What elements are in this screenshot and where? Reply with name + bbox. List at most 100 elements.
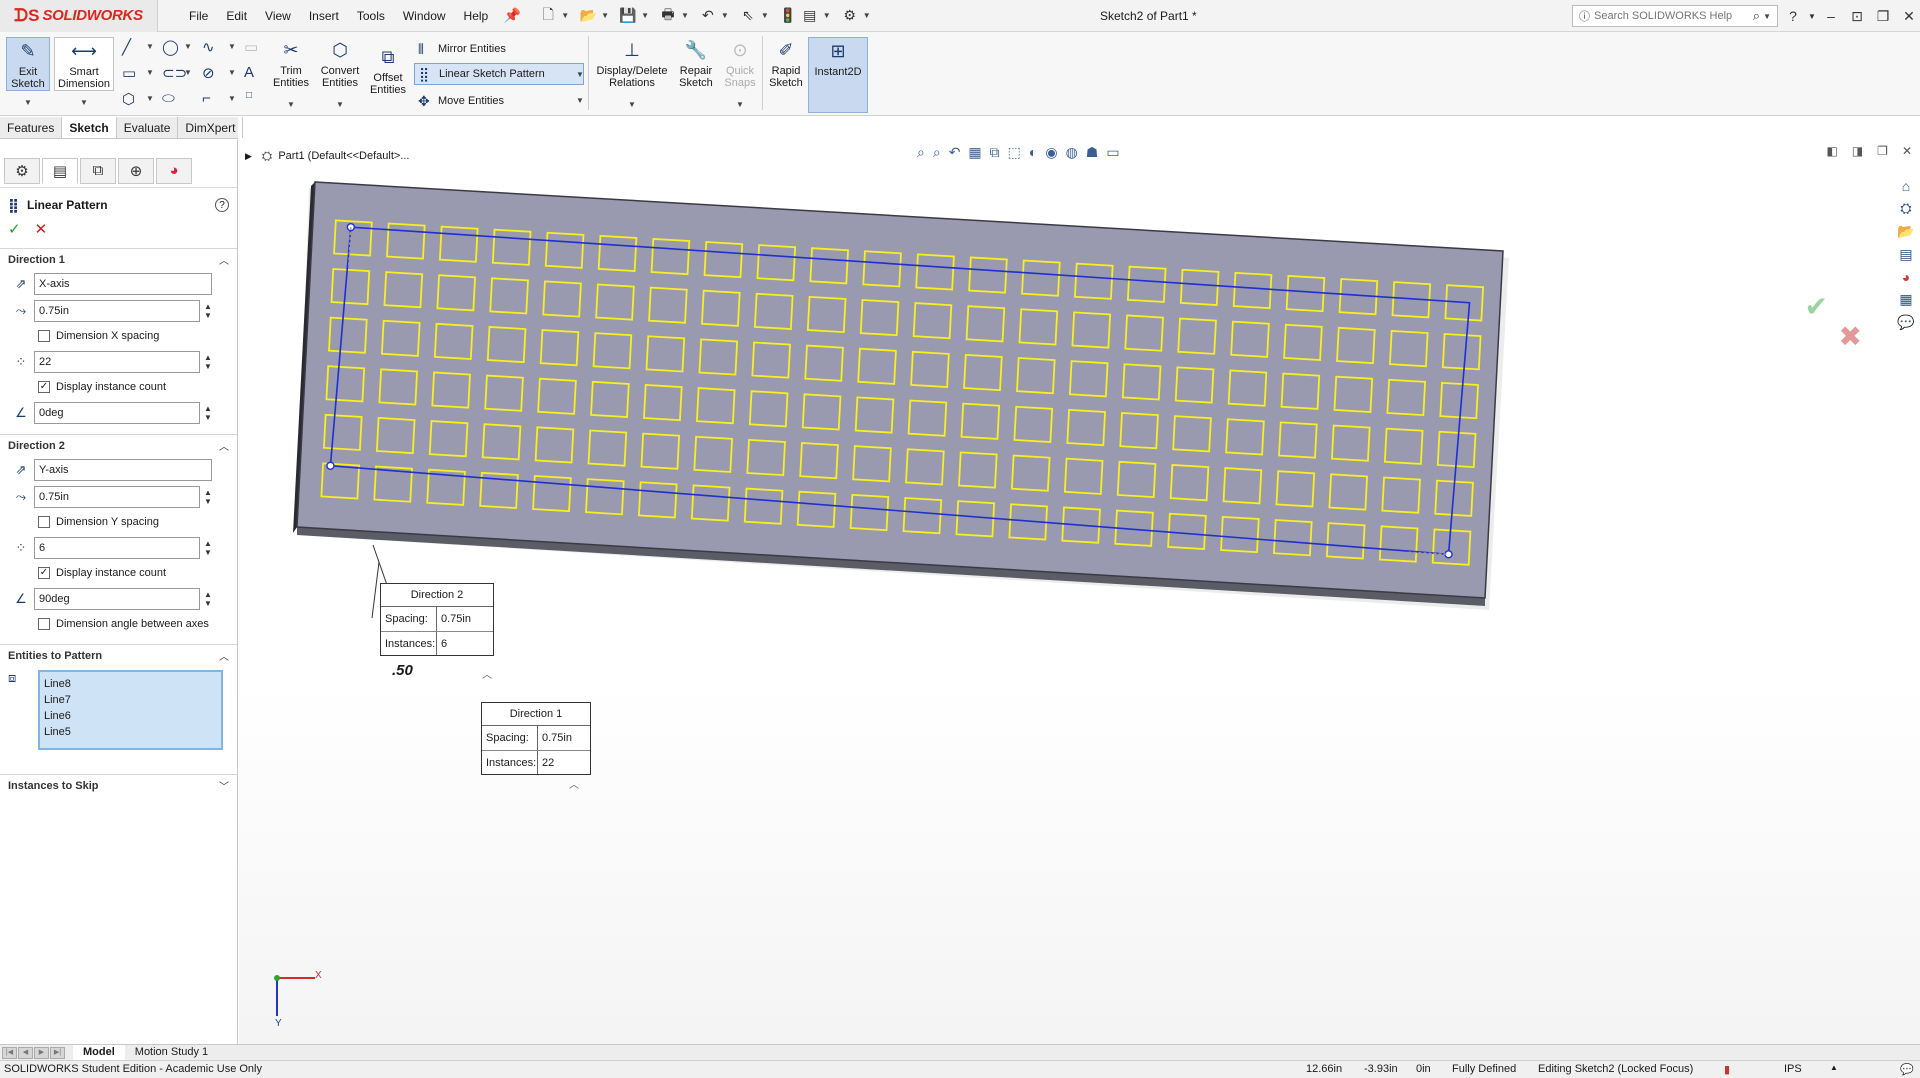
select-arrow-icon[interactable]: ⇖ — [739, 5, 757, 27]
display-instance-count-checkbox-1[interactable]: ✓ Display instance count — [0, 375, 237, 399]
expand-chevron-icon[interactable]: ﹀ — [219, 778, 229, 793]
direction2-angle-field[interactable]: 90deg — [34, 587, 200, 610]
print-icon[interactable]: 🖶 — [659, 5, 677, 27]
direction-arrow-icon[interactable]: ⇗ — [8, 460, 34, 480]
checkbox-checked[interactable]: ✓ — [38, 567, 50, 579]
point-tool-icon[interactable]: □ — [246, 90, 252, 101]
fillet-tool-icon[interactable]: ⌐ — [202, 90, 211, 107]
rebuild-traffic-light-icon[interactable]: 🚦 — [779, 5, 797, 27]
search-icon[interactable]: ⌕ — [1753, 8, 1760, 24]
direction2-callout[interactable]: Direction 2 Spacing: 0.75in Instances: 6 — [380, 583, 494, 656]
tab-sketch[interactable]: Sketch — [62, 117, 117, 138]
help-icon[interactable]: ? — [215, 198, 229, 212]
callout-collapse-icon[interactable]: ︿ — [569, 776, 579, 791]
entities-list[interactable]: Line8 Line7 Line6 Line5 — [38, 670, 223, 750]
prev-tab-icon[interactable]: ◀ — [18, 1046, 33, 1059]
exit-sketch-button[interactable]: ✎ Exit Sketch — [6, 37, 50, 91]
direction1-instances-field[interactable]: 22 — [34, 350, 200, 373]
undo-icon[interactable]: ↶ — [699, 5, 717, 27]
callout-instances-value[interactable]: 6 — [436, 632, 493, 655]
collapse-chevron-icon[interactable]: ︿ — [219, 648, 229, 663]
circle-tool-icon[interactable]: ◯ — [162, 38, 179, 56]
callout-spacing-value[interactable]: 0.75in — [537, 726, 590, 750]
open-folder-icon[interactable]: 📂 — [579, 5, 597, 27]
rebuild-status-icon[interactable]: ▮ — [1724, 1063, 1730, 1076]
ellipse-tool-icon[interactable]: ⬭ — [162, 90, 175, 107]
mirror-entities-button[interactable]: ⫴ Mirror Entities — [414, 38, 506, 60]
collapse-chevron-icon[interactable]: ︿ — [219, 438, 229, 453]
pin-icon[interactable]: 📌 — [503, 5, 521, 27]
callout-collapse-icon[interactable]: ︿ — [482, 666, 492, 681]
plane-tool-icon[interactable]: ⊘ — [202, 64, 215, 82]
print-caret-icon[interactable]: ▼ — [681, 11, 689, 20]
direction1-angle-field[interactable]: 0deg — [34, 401, 200, 424]
smart-dimension-button[interactable]: ⟷ Smart Dimension — [54, 37, 114, 91]
direction2-axis-field[interactable]: Y-axis — [34, 458, 212, 481]
rapid-sketch-button[interactable]: ✐ Rapid Sketch — [768, 37, 804, 89]
checkbox-unchecked[interactable] — [38, 330, 50, 342]
dimension-angle-checkbox[interactable]: Dimension angle between axes — [0, 612, 237, 636]
rectangle-tool-icon[interactable]: ▭ — [122, 64, 136, 82]
line-caret-icon[interactable]: ▼ — [146, 42, 154, 51]
polygon-tool-icon[interactable]: ⬡ — [122, 90, 135, 108]
plane-caret-icon[interactable]: ▼ — [228, 68, 236, 77]
search-help-box[interactable]: ⓘ ⌕ ▼ — [1572, 5, 1778, 27]
checkbox-unchecked[interactable] — [38, 618, 50, 630]
angle-spinner[interactable]: ▲ ▼ — [204, 590, 212, 608]
close-icon[interactable]: ✕ — [1896, 8, 1920, 25]
dimension-label[interactable]: .50 — [392, 662, 413, 679]
units-selector[interactable]: IPS — [1784, 1063, 1802, 1075]
direction1-header[interactable]: Direction 1 ︿ — [0, 248, 237, 270]
cancel-x-icon[interactable]: ✕ — [35, 220, 48, 238]
offset-entities-button[interactable]: ⧉ Offset Entities — [368, 44, 408, 96]
menu-window[interactable]: Window — [394, 0, 455, 32]
search-caret-icon[interactable]: ▼ — [1763, 12, 1771, 21]
options-caret-icon[interactable]: ▼ — [863, 11, 871, 20]
configuration-manager-icon[interactable]: ⧉ — [80, 157, 116, 184]
units-caret-icon[interactable]: ▲ — [1830, 1063, 1838, 1072]
new-caret-icon[interactable]: ▼ — [561, 11, 569, 20]
smart-dimension-caret-icon[interactable]: ▼ — [80, 98, 88, 107]
rectangle-caret-icon[interactable]: ▼ — [146, 68, 154, 77]
pattern-caret-icon[interactable]: ▼ — [576, 70, 584, 79]
undo-caret-icon[interactable]: ▼ — [721, 11, 729, 20]
help-question-icon[interactable]: ? — [1780, 8, 1806, 24]
direction1-axis-field[interactable]: X-axis — [34, 272, 212, 295]
direction1-spacing-field[interactable]: 0.75in — [34, 299, 200, 322]
dimension-y-spacing-checkbox[interactable]: Dimension Y spacing — [0, 510, 237, 534]
linear-sketch-pattern-button[interactable]: ⣿ Linear Sketch Pattern — [414, 63, 584, 85]
property-manager-icon[interactable]: ▤ — [42, 157, 78, 184]
menu-insert[interactable]: Insert — [300, 0, 348, 32]
polygon-caret-icon[interactable]: ▼ — [146, 94, 154, 103]
entities-header[interactable]: Entities to Pattern ︿ — [0, 644, 237, 666]
slot-caret-icon[interactable]: ▼ — [184, 68, 192, 77]
convert-entities-button[interactable]: ⬡ Convert Entities — [316, 37, 364, 89]
move-caret-icon[interactable]: ▼ — [576, 96, 584, 105]
file-properties-caret-icon[interactable]: ▼ — [823, 11, 831, 20]
list-item[interactable]: Line8 — [44, 676, 217, 692]
circle-caret-icon[interactable]: ▼ — [184, 42, 192, 51]
list-item[interactable]: Line5 — [44, 724, 217, 740]
minimize-icon[interactable]: – — [1818, 8, 1844, 24]
callout-instances-value[interactable]: 22 — [537, 751, 590, 774]
display-delete-relations-button[interactable]: ⊥ Display/Delete Relations — [594, 37, 670, 89]
callout-spacing-value[interactable]: 0.75in — [436, 607, 493, 631]
help-caret-icon[interactable]: ▼ — [1806, 12, 1818, 21]
menu-edit[interactable]: Edit — [217, 0, 256, 32]
menu-file[interactable]: File — [180, 0, 217, 32]
help-balloon-icon[interactable]: 💬 — [1900, 1063, 1914, 1076]
direction2-header[interactable]: Direction 2 ︿ — [0, 434, 237, 456]
convert-caret-icon[interactable]: ▼ — [336, 100, 344, 109]
quick-snaps-button[interactable]: ⊙ Quick Snaps — [722, 37, 758, 89]
instant2d-button[interactable]: ⊞ Instant2D — [808, 37, 868, 113]
direction2-spacing-field[interactable]: 0.75in — [34, 485, 200, 508]
display-instance-count-checkbox-2[interactable]: ✓ Display instance count — [0, 561, 237, 585]
text-tool-icon[interactable]: A — [244, 64, 254, 81]
quick-snaps-caret-icon[interactable]: ▼ — [736, 100, 744, 109]
save-icon[interactable]: 💾 — [619, 5, 637, 27]
instances-spinner[interactable]: ▲ ▼ — [204, 353, 212, 371]
instances-to-skip-header[interactable]: Instances to Skip ﹀ — [0, 774, 237, 796]
fillet-caret-icon[interactable]: ▼ — [228, 94, 236, 103]
collapse-chevron-icon[interactable]: ︿ — [219, 252, 229, 267]
tab-dimxpert[interactable]: DimXpert — [178, 117, 244, 138]
